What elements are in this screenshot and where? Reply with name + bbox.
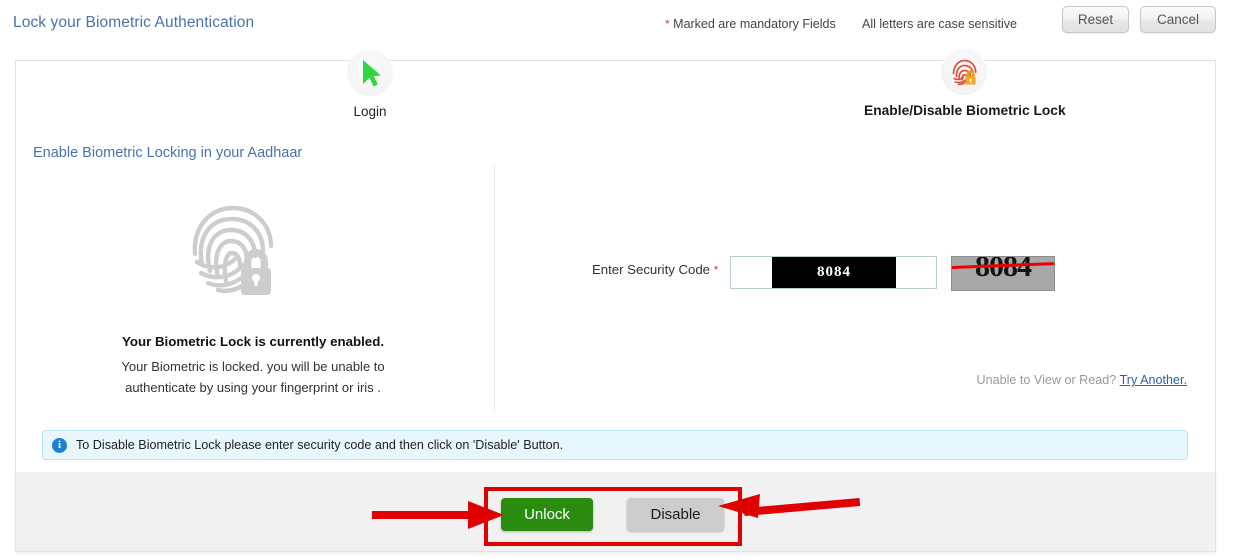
biometric-illustration — [185, 198, 289, 307]
captcha-retry-text: Unable to View or Read? — [976, 373, 1117, 387]
security-code-label: Enter Security Code * — [592, 262, 718, 277]
security-code-label-text: Enter Security Code — [592, 262, 711, 277]
captcha-retry-row: Unable to View or Read? Try Another. — [951, 373, 1187, 387]
page-title: Lock your Biometric Authentication — [13, 14, 255, 31]
footer-bar — [15, 472, 1216, 552]
step-login[interactable]: Login — [310, 50, 430, 119]
disable-button[interactable]: Disable — [627, 498, 724, 531]
info-circle-icon: i — [52, 437, 67, 453]
fingerprint-lock-icon — [192, 205, 274, 295]
cancel-button[interactable]: Cancel — [1140, 6, 1216, 33]
mandatory-fields-text: Marked are mandatory Fields — [673, 17, 836, 31]
lock-badge-icon — [241, 249, 271, 295]
left-section-heading: Enable Biometric Locking in your Aadhaar — [33, 145, 303, 161]
security-code-input[interactable]: 8084 — [730, 256, 937, 289]
case-sensitive-note: All letters are case sensitive — [862, 17, 1017, 31]
required-asterisk: * — [665, 17, 670, 31]
fingerprint-lock-icon — [952, 59, 977, 86]
biometric-lock-status: Your Biometric Lock is currently enabled… — [121, 334, 385, 349]
lock-badge-icon — [965, 70, 976, 85]
biometric-lock-description: Your Biometric is locked. you will be un… — [60, 356, 446, 398]
lock-desc-line-2: authenticate by using your fingerprint o… — [125, 380, 381, 395]
captcha-text: 8084 — [975, 256, 1032, 283]
step-login-label: Login — [353, 104, 387, 119]
step-biometric-lock[interactable]: Enable/Disable Biometric Lock — [864, 49, 1066, 118]
info-banner: i To Disable Biometric Lock please enter… — [42, 430, 1188, 460]
cursor-arrow-icon — [363, 60, 381, 87]
step-biometric-label: Enable/Disable Biometric Lock — [864, 103, 1066, 118]
step-login-circle — [347, 50, 393, 96]
step-biometric-circle — [941, 49, 987, 95]
required-asterisk: * — [713, 263, 719, 277]
reset-button[interactable]: Reset — [1062, 6, 1129, 33]
unlock-button[interactable]: Unlock — [501, 498, 593, 531]
captcha-image: 8084 — [951, 256, 1055, 291]
column-divider — [494, 165, 495, 411]
lock-desc-line-1: Your Biometric is locked. you will be un… — [121, 359, 385, 374]
mandatory-fields-note: * Marked are mandatory Fields — [665, 17, 836, 31]
info-banner-message: To Disable Biometric Lock please enter s… — [76, 438, 564, 452]
security-code-selected-text[interactable]: 8084 — [772, 257, 896, 288]
try-another-link[interactable]: Try Another. — [1120, 373, 1187, 387]
